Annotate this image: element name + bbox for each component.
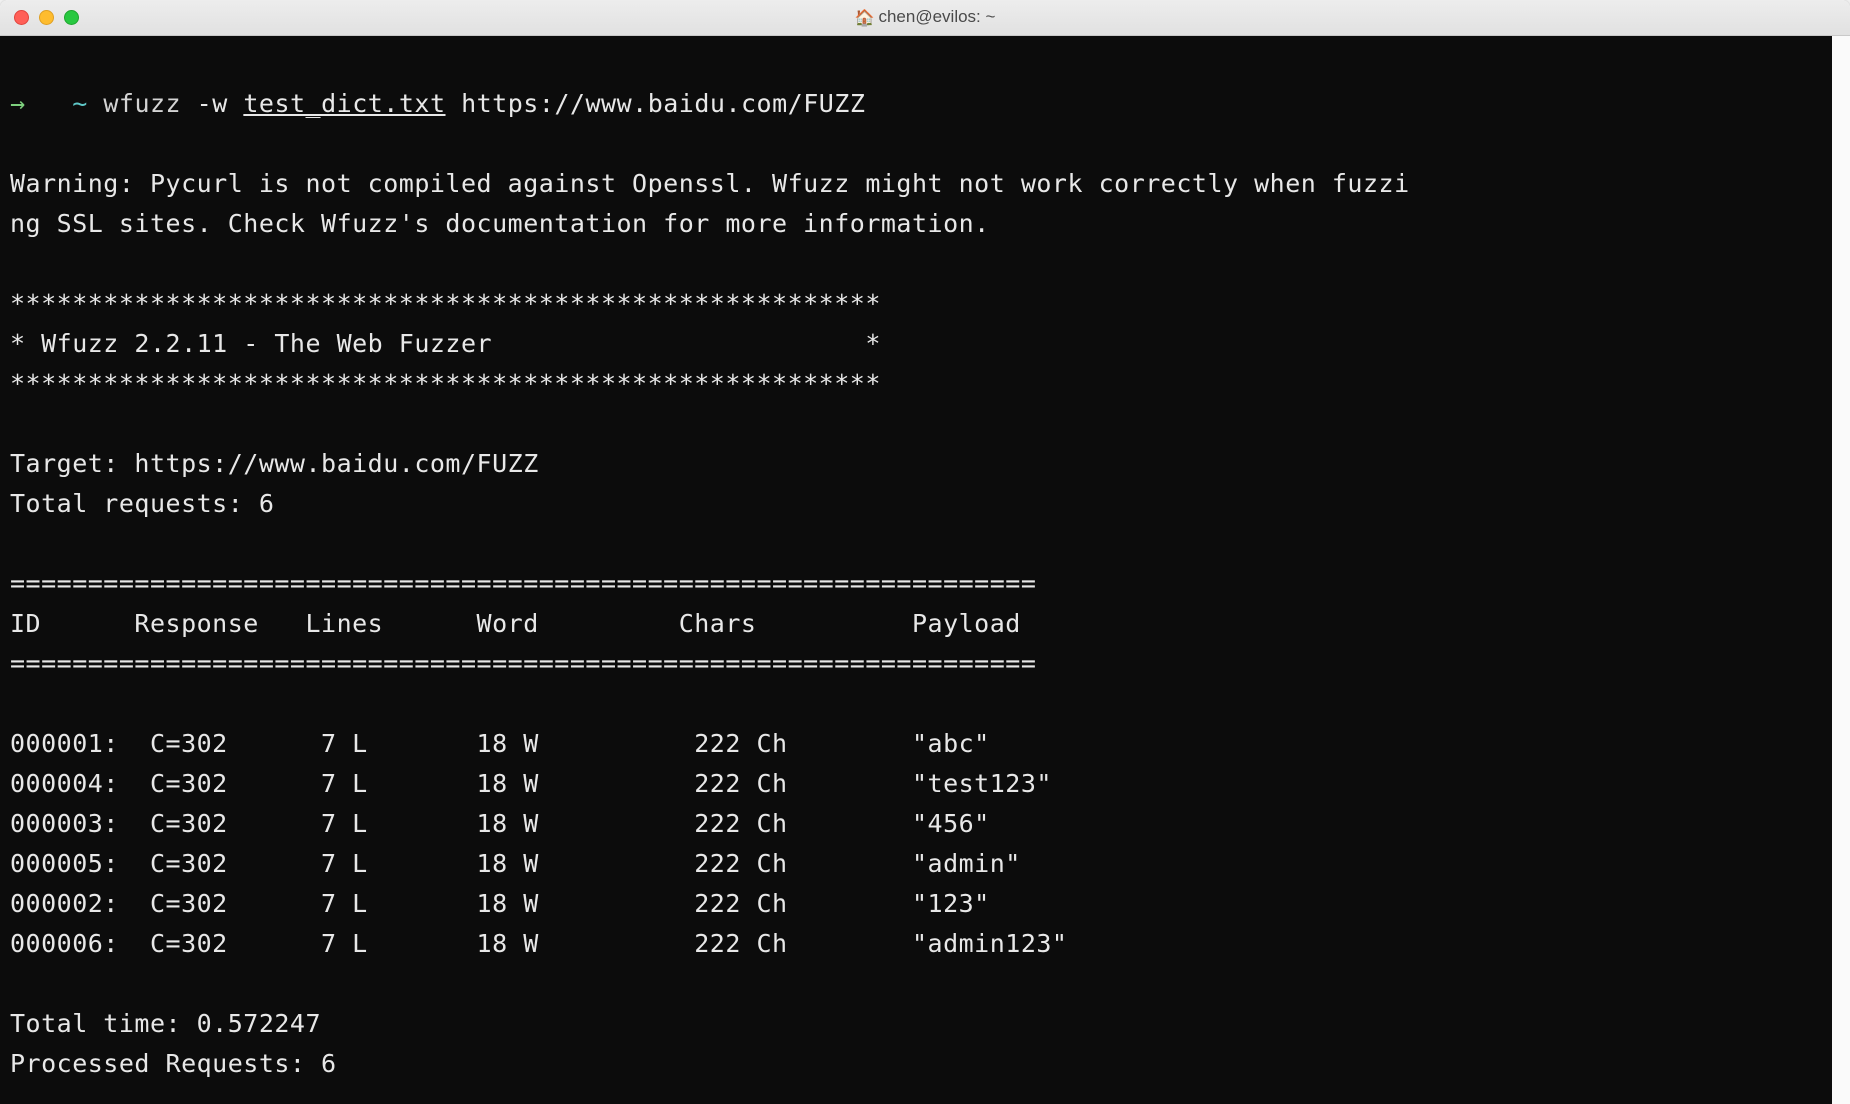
table-row: 000002: C=302 7 L 18 W 222 Ch "123" bbox=[10, 889, 990, 918]
banner-stars-bot: ****************************************… bbox=[10, 369, 881, 398]
separator-bot: ========================================… bbox=[10, 649, 1036, 678]
window-title: 🏠chen@evilos: ~ bbox=[0, 7, 1850, 28]
table-row: 000006: C=302 7 L 18 W 222 Ch "admin123" bbox=[10, 929, 1068, 958]
command-name: wfuzz bbox=[103, 89, 181, 118]
table-row: 000001: C=302 7 L 18 W 222 Ch "abc" bbox=[10, 729, 990, 758]
target-line: Target: https://www.baidu.com/FUZZ bbox=[10, 449, 539, 478]
total-requests-line: Total requests: 6 bbox=[10, 489, 274, 518]
window-title-text: chen@evilos: ~ bbox=[878, 7, 995, 26]
footer-processed: Processed Requests: 6 bbox=[10, 1049, 337, 1078]
scrollbar[interactable] bbox=[1832, 36, 1850, 1104]
close-icon[interactable] bbox=[14, 10, 29, 25]
banner-line: * Wfuzz 2.2.11 - The Web Fuzzer * bbox=[10, 329, 881, 358]
table-row: 000003: C=302 7 L 18 W 222 Ch "456" bbox=[10, 809, 990, 838]
warning-text: Warning: Pycurl is not compiled against … bbox=[10, 169, 1410, 238]
maximize-icon[interactable] bbox=[64, 10, 79, 25]
separator-top: ========================================… bbox=[10, 569, 1036, 598]
table-row: 000005: C=302 7 L 18 W 222 Ch "admin" bbox=[10, 849, 1021, 878]
terminal-window: 🏠chen@evilos: ~ → ~ wfuzz -w test_dict.t… bbox=[0, 0, 1850, 1104]
terminal-body[interactable]: → ~ wfuzz -w test_dict.txt https://www.b… bbox=[0, 36, 1850, 1104]
home-icon: 🏠 bbox=[855, 8, 875, 28]
prompt-arrow-icon: → bbox=[10, 89, 26, 118]
table-header: ID Response Lines Word Chars Payload bbox=[10, 609, 1021, 638]
table-row: 000004: C=302 7 L 18 W 222 Ch "test123" bbox=[10, 769, 1052, 798]
window-controls bbox=[0, 10, 79, 25]
prompt-cwd: ~ bbox=[72, 89, 88, 118]
minimize-icon[interactable] bbox=[39, 10, 54, 25]
command-flag: -w bbox=[197, 89, 228, 118]
footer-total-time: Total time: 0.572247 bbox=[10, 1009, 321, 1038]
banner-stars-top: ****************************************… bbox=[10, 289, 881, 318]
titlebar[interactable]: 🏠chen@evilos: ~ bbox=[0, 0, 1850, 36]
command-arg-file: test_dict.txt bbox=[243, 89, 445, 118]
command-arg-url: https://www.baidu.com/FUZZ bbox=[461, 89, 865, 118]
